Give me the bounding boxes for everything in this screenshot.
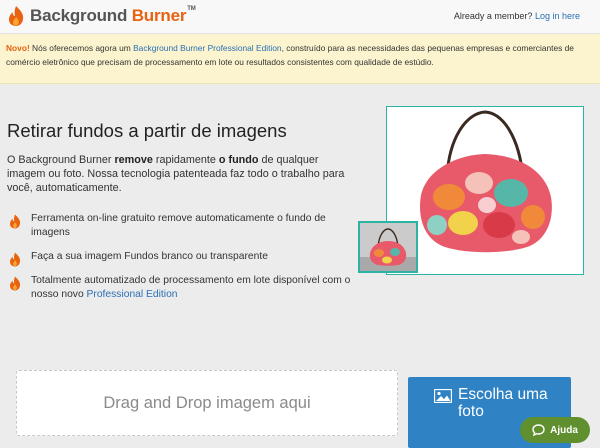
top-header: Background BurnerTM Already a member? Lo… [0, 0, 600, 34]
flame-logo-icon [9, 6, 24, 26]
professional-edition-link[interactable]: Professional Edition [87, 289, 178, 300]
feature-item: Faça a sua imagem Fundos branco ou trans… [7, 250, 362, 274]
member-login: Already a member? Log in here [454, 11, 580, 21]
professional-edition-notice: Novo! Nós oferecemos agora um Background… [0, 34, 600, 84]
chat-bubble-icon [532, 424, 545, 436]
flame-bullet-icon [10, 214, 21, 229]
feature-text: Ferramenta on-line gratuito remove autom… [31, 213, 326, 238]
dropzone-label: Drag and Drop imagem aqui [103, 394, 311, 412]
logo-text: Background BurnerTM [30, 6, 196, 25]
help-chat-button[interactable]: Ajuda [520, 417, 590, 443]
feature-list: Ferramenta on-line gratuito remove autom… [7, 212, 362, 302]
choose-photo-label: Escolha uma foto [458, 386, 548, 420]
login-link[interactable]: Log in here [535, 11, 580, 21]
member-prompt: Already a member? [453, 11, 533, 21]
bag-original-image [360, 223, 416, 271]
novo-label: Novo! [6, 43, 30, 53]
trademark-mark: TM [187, 6, 196, 12]
feature-item: Totalmente automatizado de processamento… [7, 274, 362, 302]
page-title: Retirar fundos a partir de imagens [7, 120, 287, 141]
feature-text: Totalmente automatizado de processamento… [31, 275, 351, 300]
help-label: Ajuda [550, 424, 578, 436]
original-image-thumbnail[interactable] [358, 221, 418, 273]
notice-text-before: Nós oferecemos agora um [29, 43, 134, 53]
flame-bullet-icon [10, 276, 21, 291]
image-icon [434, 389, 452, 403]
flame-bullet-icon [10, 252, 21, 267]
logo[interactable]: Background BurnerTM [7, 5, 196, 27]
intro-bold-background: o fundo [218, 154, 259, 166]
intro-paragraph: O Background Burner remove rapidamente o… [7, 154, 345, 194]
feature-item: Ferramenta on-line gratuito remove autom… [7, 212, 362, 250]
feature-text: Faça a sua imagem Fundos branco ou trans… [31, 251, 268, 262]
drag-drop-zone[interactable]: Drag and Drop imagem aqui [16, 370, 398, 436]
intro-bold-remove: remove [114, 154, 153, 166]
professional-edition-link[interactable]: Background Burner Professional Edition [133, 43, 282, 53]
